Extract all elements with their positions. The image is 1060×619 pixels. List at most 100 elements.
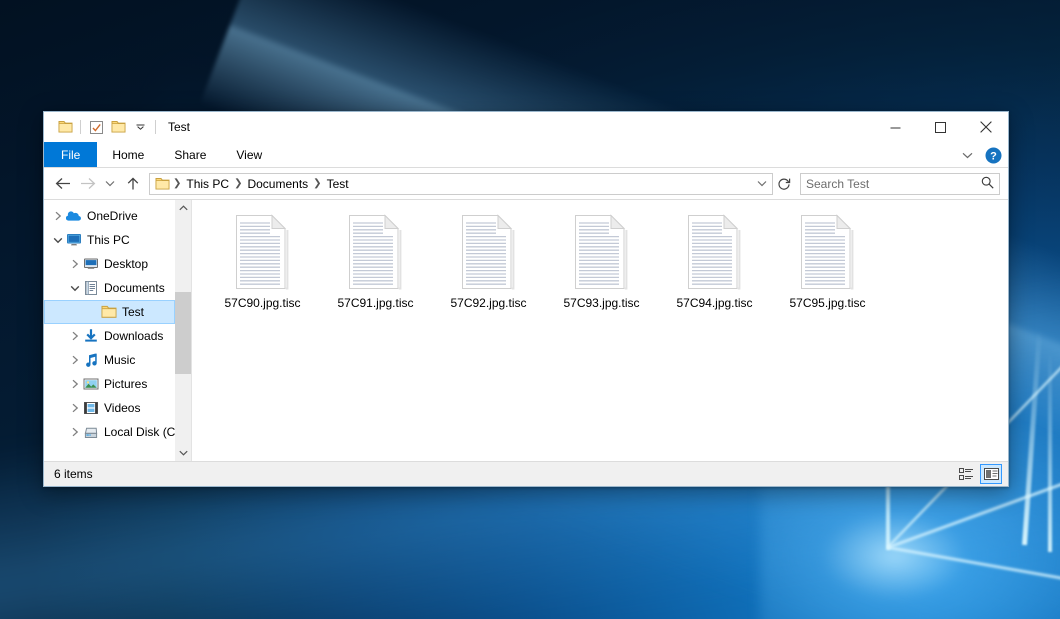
tab-view-label: View bbox=[236, 148, 262, 162]
file-item[interactable]: 57C93.jpg.tisc bbox=[545, 212, 658, 310]
breadcrumb-this-pc[interactable]: This PC bbox=[182, 177, 233, 191]
search-input[interactable]: Search Test bbox=[806, 177, 981, 191]
downloads-icon bbox=[83, 328, 99, 344]
file-item[interactable]: 57C95.jpg.tisc bbox=[771, 212, 884, 310]
onedrive-icon bbox=[66, 208, 82, 224]
sidebar-item-test[interactable]: Test bbox=[44, 300, 175, 324]
navigation-pane: OneDrive This PC Desktop Documents Test Downl… bbox=[44, 200, 192, 461]
chevron-down-icon[interactable] bbox=[50, 232, 66, 248]
chevron-down-icon[interactable] bbox=[67, 280, 83, 296]
address-input[interactable]: ❯ This PC ❯ Documents ❯ Test bbox=[149, 173, 773, 195]
item-count-label: 6 items bbox=[54, 467, 93, 481]
address-dropdown-icon[interactable] bbox=[752, 174, 772, 194]
sidebar-item-videos[interactable]: Videos bbox=[44, 396, 175, 420]
chevron-right-icon[interactable] bbox=[67, 400, 83, 416]
ribbon-tab-bar: File Home Share View ? bbox=[44, 142, 1008, 168]
breadcrumb-test[interactable]: Test bbox=[323, 177, 353, 191]
quick-access-toolbar bbox=[44, 116, 160, 138]
help-icon[interactable]: ? bbox=[985, 147, 1002, 164]
sidebar-item-downloads[interactable]: Downloads bbox=[44, 324, 175, 348]
large-icons-view-button[interactable] bbox=[980, 464, 1002, 484]
sidebar-item-this-pc[interactable]: This PC bbox=[44, 228, 175, 252]
properties-icon[interactable] bbox=[85, 116, 107, 138]
navigation-scrollbar[interactable] bbox=[175, 200, 191, 461]
tab-view[interactable]: View bbox=[221, 142, 277, 167]
sidebar-item-pictures[interactable]: Pictures bbox=[44, 372, 175, 396]
refresh-button[interactable] bbox=[773, 171, 795, 197]
file-item[interactable]: 57C92.jpg.tisc bbox=[432, 212, 545, 310]
sidebar-item-desktop[interactable]: Desktop bbox=[44, 252, 175, 276]
close-icon[interactable] bbox=[963, 112, 1008, 142]
chevron-right-icon[interactable] bbox=[67, 328, 83, 344]
generic-document-icon bbox=[798, 214, 858, 290]
tab-share-label: Share bbox=[174, 148, 206, 162]
address-bar-row: ❯ This PC ❯ Documents ❯ Test bbox=[44, 168, 1008, 199]
address-folder-icon bbox=[155, 177, 170, 191]
thispc-icon bbox=[66, 232, 82, 248]
chevron-right-icon[interactable] bbox=[67, 424, 83, 440]
search-box[interactable]: Search Test bbox=[800, 173, 1000, 195]
file-item[interactable]: 57C91.jpg.tisc bbox=[319, 212, 432, 310]
tab-file-label: File bbox=[61, 148, 80, 162]
recent-locations-button[interactable] bbox=[100, 171, 120, 197]
scrollbar-thumb[interactable] bbox=[175, 292, 191, 374]
file-list-view[interactable]: 57C90.jpg.tisc57C91.jpg.tisc57C92.jpg.ti… bbox=[192, 200, 1008, 461]
chevron-right-icon[interactable] bbox=[67, 256, 83, 272]
back-button[interactable] bbox=[50, 171, 75, 197]
breadcrumb-separator-0[interactable]: ❯ bbox=[172, 178, 182, 189]
sidebar-item-local-disk-c[interactable]: Local Disk (C:) bbox=[44, 420, 175, 444]
breadcrumb-separator-2[interactable]: ❯ bbox=[312, 178, 322, 189]
file-item[interactable]: 57C94.jpg.tisc bbox=[658, 212, 771, 310]
scroll-down-icon[interactable] bbox=[175, 445, 191, 461]
minimize-icon[interactable] bbox=[873, 112, 918, 142]
sidebar-item-label: Videos bbox=[104, 402, 140, 414]
file-item[interactable]: 57C90.jpg.tisc bbox=[206, 212, 319, 310]
window-title: Test bbox=[168, 121, 190, 133]
desktop-icon bbox=[83, 256, 99, 272]
sidebar-item-music[interactable]: Music bbox=[44, 348, 175, 372]
scroll-up-icon[interactable] bbox=[175, 200, 191, 216]
sidebar-item-label: Desktop bbox=[104, 258, 148, 270]
chevron-down-icon[interactable] bbox=[959, 147, 975, 163]
sidebar-item-onedrive[interactable]: OneDrive bbox=[44, 204, 175, 228]
up-button[interactable] bbox=[120, 171, 145, 197]
sidebar-item-label: Pictures bbox=[104, 378, 147, 390]
sidebar-item-label: Music bbox=[104, 354, 135, 366]
chevron-right-icon[interactable] bbox=[67, 352, 83, 368]
folder-icon[interactable] bbox=[54, 116, 76, 138]
customize-chevron-icon[interactable] bbox=[129, 116, 151, 138]
status-bar: 6 items bbox=[44, 461, 1008, 486]
chevron-right-icon[interactable] bbox=[67, 376, 83, 392]
sidebar-item-label: Downloads bbox=[104, 330, 163, 342]
sidebar-item-documents[interactable]: Documents bbox=[44, 276, 175, 300]
breadcrumb-documents[interactable]: Documents bbox=[243, 177, 312, 191]
file-name-label: 57C93.jpg.tisc bbox=[563, 296, 639, 310]
music-icon bbox=[83, 352, 99, 368]
tab-file[interactable]: File bbox=[44, 142, 97, 167]
toolbar-divider-2 bbox=[155, 120, 156, 134]
maximize-icon[interactable] bbox=[918, 112, 963, 142]
address-right-controls bbox=[752, 174, 772, 194]
generic-document-icon bbox=[572, 214, 632, 290]
title-bar: Test bbox=[44, 112, 1008, 142]
new-folder-icon[interactable] bbox=[107, 116, 129, 138]
expander-placeholder bbox=[85, 304, 101, 320]
sidebar-item-label: Documents bbox=[104, 282, 165, 294]
generic-document-icon bbox=[346, 214, 406, 290]
tab-home[interactable]: Home bbox=[97, 142, 159, 167]
scrollbar-track[interactable] bbox=[175, 216, 191, 445]
svg-text:?: ? bbox=[990, 150, 997, 162]
explorer-body: OneDrive This PC Desktop Documents Test Downl… bbox=[44, 199, 1008, 461]
logo-ray-vertical-right bbox=[1048, 352, 1052, 552]
view-toggle-group bbox=[955, 464, 1002, 484]
sidebar-item-label: OneDrive bbox=[87, 210, 138, 222]
ribbon-right-controls: ? bbox=[959, 142, 1002, 168]
tab-share[interactable]: Share bbox=[159, 142, 221, 167]
sidebar-item-label: This PC bbox=[87, 234, 130, 246]
sidebar-item-label: Local Disk (C:) bbox=[104, 426, 175, 438]
search-icon[interactable] bbox=[981, 176, 994, 192]
forward-button[interactable] bbox=[75, 171, 100, 197]
details-view-button[interactable] bbox=[955, 464, 977, 484]
chevron-right-icon[interactable] bbox=[50, 208, 66, 224]
breadcrumb-separator-1[interactable]: ❯ bbox=[233, 178, 243, 189]
